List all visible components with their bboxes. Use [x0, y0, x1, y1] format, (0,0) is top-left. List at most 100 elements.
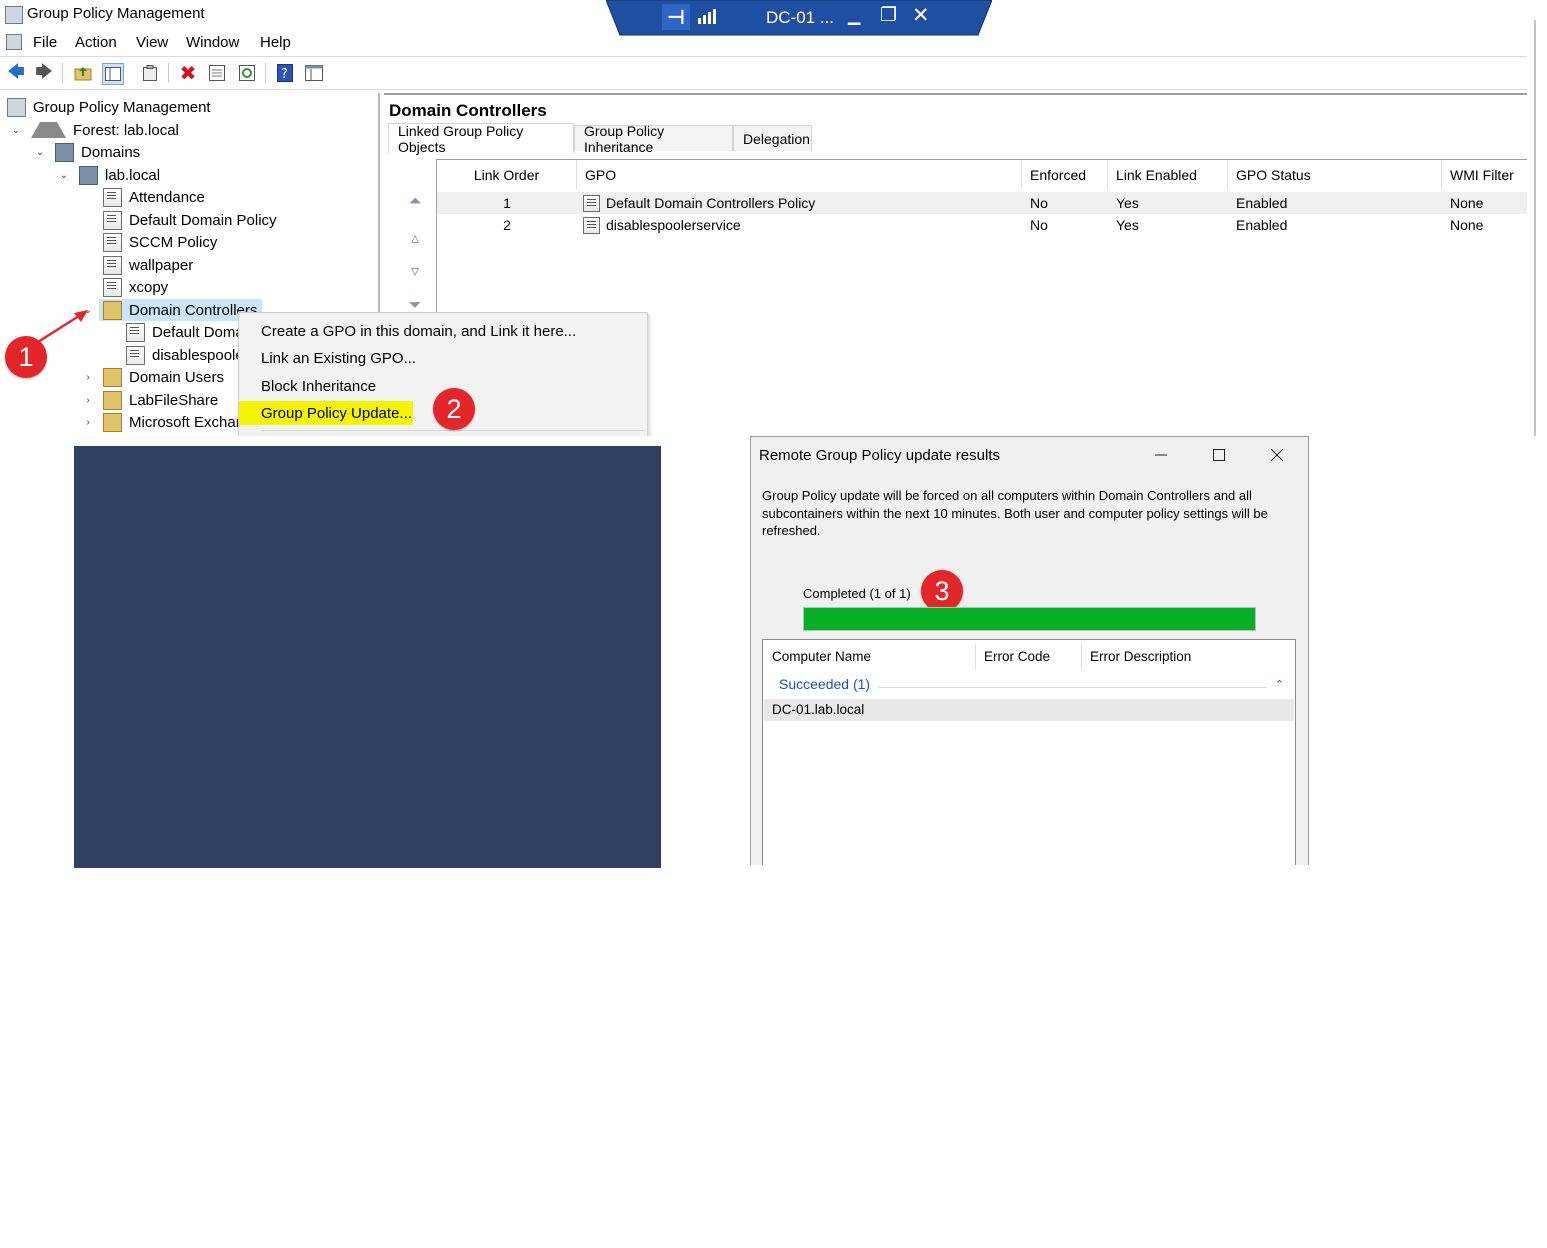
gpmc-window: Group Policy Management File Action View… [0, 0, 1527, 436]
back-arrow-icon[interactable]: 🡄 [6, 62, 26, 83]
move-to-top-icon[interactable]: ⏶ [404, 191, 426, 213]
chevron-right-icon[interactable]: › [82, 389, 94, 411]
tree-gpo-link[interactable]: xcopy [103, 276, 168, 298]
group-header-succeeded[interactable]: Succeeded (1) [779, 676, 870, 692]
tree-gpo-label: Default Domain Policy [129, 211, 277, 229]
column-header-error-description[interactable]: Error Description [1081, 640, 1281, 672]
up-folder-icon[interactable] [73, 63, 93, 83]
gpo-link-icon [126, 322, 145, 342]
dialog-title: Remote Group Policy update results [759, 447, 1000, 464]
tree-gpo-link[interactable]: SCCM Policy [103, 231, 217, 253]
close-icon [1271, 449, 1283, 461]
column-header-enforced[interactable]: Enforced [1022, 160, 1108, 190]
tree-gpo-label: wallpaper [129, 256, 194, 274]
table-row[interactable]: 1 Default Domain Controllers Policy No Y… [437, 192, 1527, 214]
table-row[interactable]: 2 disablespoolerservice No Yes Enabled N… [437, 214, 1527, 236]
annotation-badge-1: 1 [5, 336, 47, 378]
column-header-gpo[interactable]: GPO [577, 160, 1022, 190]
tree-gpo-link[interactable]: wallpaper [103, 254, 193, 276]
column-header-link-order[interactable]: Link Order [437, 160, 577, 190]
properties-icon[interactable] [140, 63, 160, 83]
gpo-link-icon [103, 277, 122, 297]
dialog-message: Group Policy update will be forced on al… [762, 488, 1268, 538]
cell-link-order: 1 [503, 195, 511, 211]
menu-action[interactable]: Action [75, 34, 117, 51]
move-up-icon[interactable]: ▵ [404, 227, 426, 249]
details-title: Domain Controllers [389, 101, 547, 120]
ou-icon [103, 367, 122, 387]
chevron-down-icon[interactable]: ⌄ [10, 119, 22, 141]
menu-file[interactable]: File [33, 34, 57, 51]
export-list-icon[interactable] [207, 63, 227, 83]
tree-ou[interactable]: Microsoft Exchan [103, 411, 244, 433]
annotation-badge-3: 3 [921, 570, 963, 612]
rdp-host-label: DC-01 ... [766, 8, 835, 27]
results-list: Computer Name Error Code Error Descripti… [762, 639, 1296, 865]
menu-window[interactable]: Window [186, 34, 239, 51]
tree-root-label: Group Policy Management [33, 98, 211, 116]
gpo-link-icon [103, 210, 122, 230]
menu-help[interactable]: Help [260, 34, 291, 51]
tab-inheritance[interactable]: Group Policy Inheritance [574, 123, 733, 155]
progress-bar [803, 607, 1256, 631]
tree-domain-lab-local[interactable]: lab.local [79, 164, 160, 186]
refresh-icon[interactable] [237, 63, 257, 83]
help-icon[interactable]: ? [275, 63, 295, 83]
vertical-scrollbar[interactable] [1527, 0, 1547, 436]
column-header-wmi-filter[interactable]: WMI Filter [1442, 160, 1527, 190]
menu-item-link-existing-gpo[interactable]: Link an Existing GPO... [239, 346, 438, 370]
delete-icon[interactable]: ✖ [178, 63, 198, 85]
chevron-down-icon[interactable]: ⌄ [34, 141, 46, 163]
tree-gpo-label: xcopy [129, 278, 169, 296]
tab-linked-gpos[interactable]: Linked Group Policy Objects [388, 123, 574, 155]
system-menu-icon[interactable] [6, 34, 22, 50]
column-header-link-enabled[interactable]: Link Enabled [1108, 160, 1228, 190]
chevron-down-icon[interactable]: ⌄ [58, 164, 70, 186]
rdp-close-icon[interactable]: ✕ [912, 3, 930, 28]
minimize-button[interactable] [1132, 437, 1190, 473]
menu-item-group-policy-update[interactable]: Group Policy Update... [239, 401, 413, 425]
gpo-link-icon [103, 187, 122, 207]
tree-forest[interactable]: Forest: lab.local [31, 119, 179, 141]
close-button[interactable] [1248, 437, 1306, 473]
move-down-icon[interactable]: ▿ [404, 260, 426, 282]
menu-item-block-inheritance[interactable]: Block Inheritance [239, 374, 398, 398]
menu-view[interactable]: View [136, 34, 168, 51]
cell-gpo-status: Enabled [1236, 195, 1288, 211]
chevron-right-icon[interactable]: › [82, 411, 94, 433]
tree-ou[interactable]: Domain Users [103, 366, 224, 388]
column-header-gpo-status[interactable]: GPO Status [1228, 160, 1442, 190]
tree-gpo-link[interactable]: Default Doma [126, 321, 244, 343]
tree-domains[interactable]: Domains [55, 141, 140, 163]
tab-delegation[interactable]: Delegation [733, 125, 812, 151]
gp-update-results-dialog: Remote Group Policy update results Group… [750, 436, 1309, 865]
forward-arrow-icon[interactable]: 🡆 [34, 62, 54, 83]
rdp-minimize-icon[interactable]: ▁ [848, 6, 860, 26]
tree-gpo-label: Default Doma [152, 323, 244, 341]
chevron-right-icon[interactable]: › [82, 366, 94, 388]
maximize-button[interactable] [1190, 437, 1248, 473]
rdp-restore-icon[interactable]: ❐ [880, 4, 897, 27]
tree-gpo-link[interactable]: Default Domain Policy [103, 209, 277, 231]
column-header-error-code[interactable]: Error Code [975, 640, 1081, 672]
tree-gpo-link[interactable]: Attendance [103, 186, 205, 208]
show-hide-tree-icon[interactable] [102, 63, 124, 85]
toolbar-separator [265, 63, 266, 83]
column-header-computer-name[interactable]: Computer Name [763, 640, 975, 672]
cell-link-enabled: Yes [1116, 217, 1139, 233]
chevron-up-icon[interactable]: ⌃ [1275, 678, 1284, 691]
menu-item-create-gpo[interactable]: Create a GPO in this domain, and Link it… [239, 319, 598, 343]
pin-icon[interactable]: ⊣ [662, 4, 690, 30]
tree-ou[interactable]: LabFileShare [103, 389, 218, 411]
tree-gpo-label: disablespoole [152, 346, 244, 364]
list-item[interactable]: DC-01.lab.local [764, 699, 1294, 721]
tree-ou-label: LabFileShare [129, 391, 219, 409]
minimize-icon [1155, 454, 1167, 456]
console-icon[interactable] [304, 63, 324, 83]
cell-gpo-name: disablespoolerservice [606, 217, 741, 233]
ou-icon [103, 390, 122, 410]
tree-root[interactable]: Group Policy Management [7, 96, 211, 118]
window-title: Group Policy Management [27, 5, 205, 22]
tree-gpo-link[interactable]: disablespoole [126, 344, 244, 366]
toolbar: 🡄 🡆 ✖ ? [0, 56, 1527, 90]
